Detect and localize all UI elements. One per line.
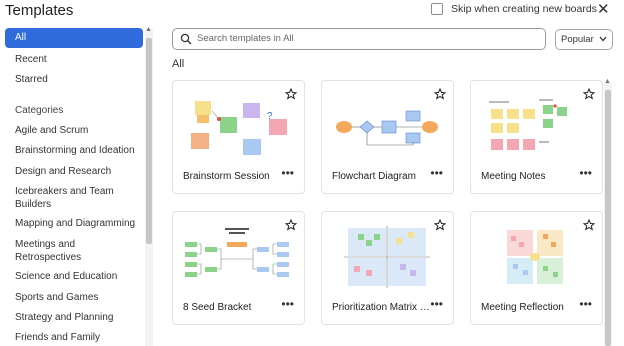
template-name: Flowchart Diagram [332, 171, 416, 182]
sort-value: Popular [561, 34, 594, 45]
matrix-thumbnail-icon [344, 226, 430, 288]
template-card-brainstorm[interactable]: ? Brainstorm Session ••• [172, 80, 305, 194]
skip-checkbox[interactable] [431, 3, 443, 15]
template-card-seed-bracket[interactable]: 8 Seed Bracket ••• [172, 211, 305, 325]
skip-label: Skip when creating new boards [451, 3, 597, 15]
template-name: Prioritization Matrix V... [332, 302, 432, 313]
template-name: Meeting Notes [481, 171, 546, 182]
sidebar-item-all[interactable]: All [5, 28, 143, 48]
template-card-prioritization-matrix[interactable]: Prioritization Matrix V... ••• [321, 211, 454, 325]
category-science[interactable]: Science and Education [15, 271, 117, 282]
search-input[interactable]: Search templates in All [172, 28, 546, 50]
sidebar-item-label: All [15, 32, 27, 43]
content-scroll-thumb[interactable] [605, 90, 611, 346]
template-card-flowchart[interactable]: Flowchart Diagram ••• [321, 80, 454, 194]
bracket-thumbnail-icon [185, 228, 289, 277]
close-icon[interactable]: ✕ [597, 0, 610, 18]
template-name: Meeting Reflection [481, 302, 564, 313]
scroll-up-icon[interactable]: ▲ [604, 78, 611, 85]
sort-dropdown[interactable]: Popular [555, 29, 613, 50]
search-placeholder: Search templates in All [197, 33, 294, 44]
template-name: Brainstorm Session [183, 171, 270, 182]
category-strategy[interactable]: Strategy and Planning [15, 312, 113, 323]
category-friends[interactable]: Friends and Family [15, 332, 100, 343]
category-agile-scrum[interactable]: Agile and Scrum [15, 125, 88, 136]
category-sports[interactable]: Sports and Games [15, 292, 98, 303]
template-card-meeting-notes[interactable]: Meeting Notes ••• [470, 80, 603, 194]
sidebar: All Recent Starred Categories Agile and … [0, 26, 156, 346]
more-options-icon[interactable]: ••• [579, 166, 592, 180]
svg-text:?: ? [267, 111, 273, 122]
skip-option[interactable]: Skip when creating new boards [431, 3, 597, 15]
more-options-icon[interactable]: ••• [281, 166, 294, 180]
meeting-notes-thumbnail-icon [489, 99, 567, 150]
brainstorm-thumbnail-icon: ? [191, 101, 287, 155]
category-design-research[interactable]: Design and Research [15, 166, 111, 177]
category-meetings[interactable]: Meetings and Retrospectives [15, 238, 105, 264]
category-brainstorming[interactable]: Brainstorming and Ideation [15, 145, 135, 156]
section-heading: All [172, 58, 185, 70]
more-options-icon[interactable]: ••• [430, 297, 443, 311]
more-options-icon[interactable]: ••• [281, 297, 294, 311]
sidebar-scroll-thumb[interactable] [146, 38, 152, 244]
search-icon [180, 33, 192, 45]
scroll-up-icon[interactable]: ▲ [145, 26, 152, 33]
more-options-icon[interactable]: ••• [579, 297, 592, 311]
flowchart-thumbnail-icon [336, 110, 438, 146]
more-options-icon[interactable]: ••• [430, 166, 443, 180]
category-icebreakers[interactable]: Icebreakers and Team Builders [15, 185, 127, 211]
sidebar-item-recent[interactable]: Recent [15, 54, 47, 65]
template-name: 8 Seed Bracket [183, 302, 252, 313]
categories-heading: Categories [15, 105, 64, 116]
template-card-meeting-reflection[interactable]: Meeting Reflection ••• [470, 211, 603, 325]
reflection-thumbnail-icon [507, 230, 563, 284]
window-title: Templates [5, 2, 74, 19]
category-mapping[interactable]: Mapping and Diagramming [15, 218, 135, 229]
chevron-down-icon [599, 36, 607, 42]
sidebar-item-starred[interactable]: Starred [15, 74, 48, 85]
